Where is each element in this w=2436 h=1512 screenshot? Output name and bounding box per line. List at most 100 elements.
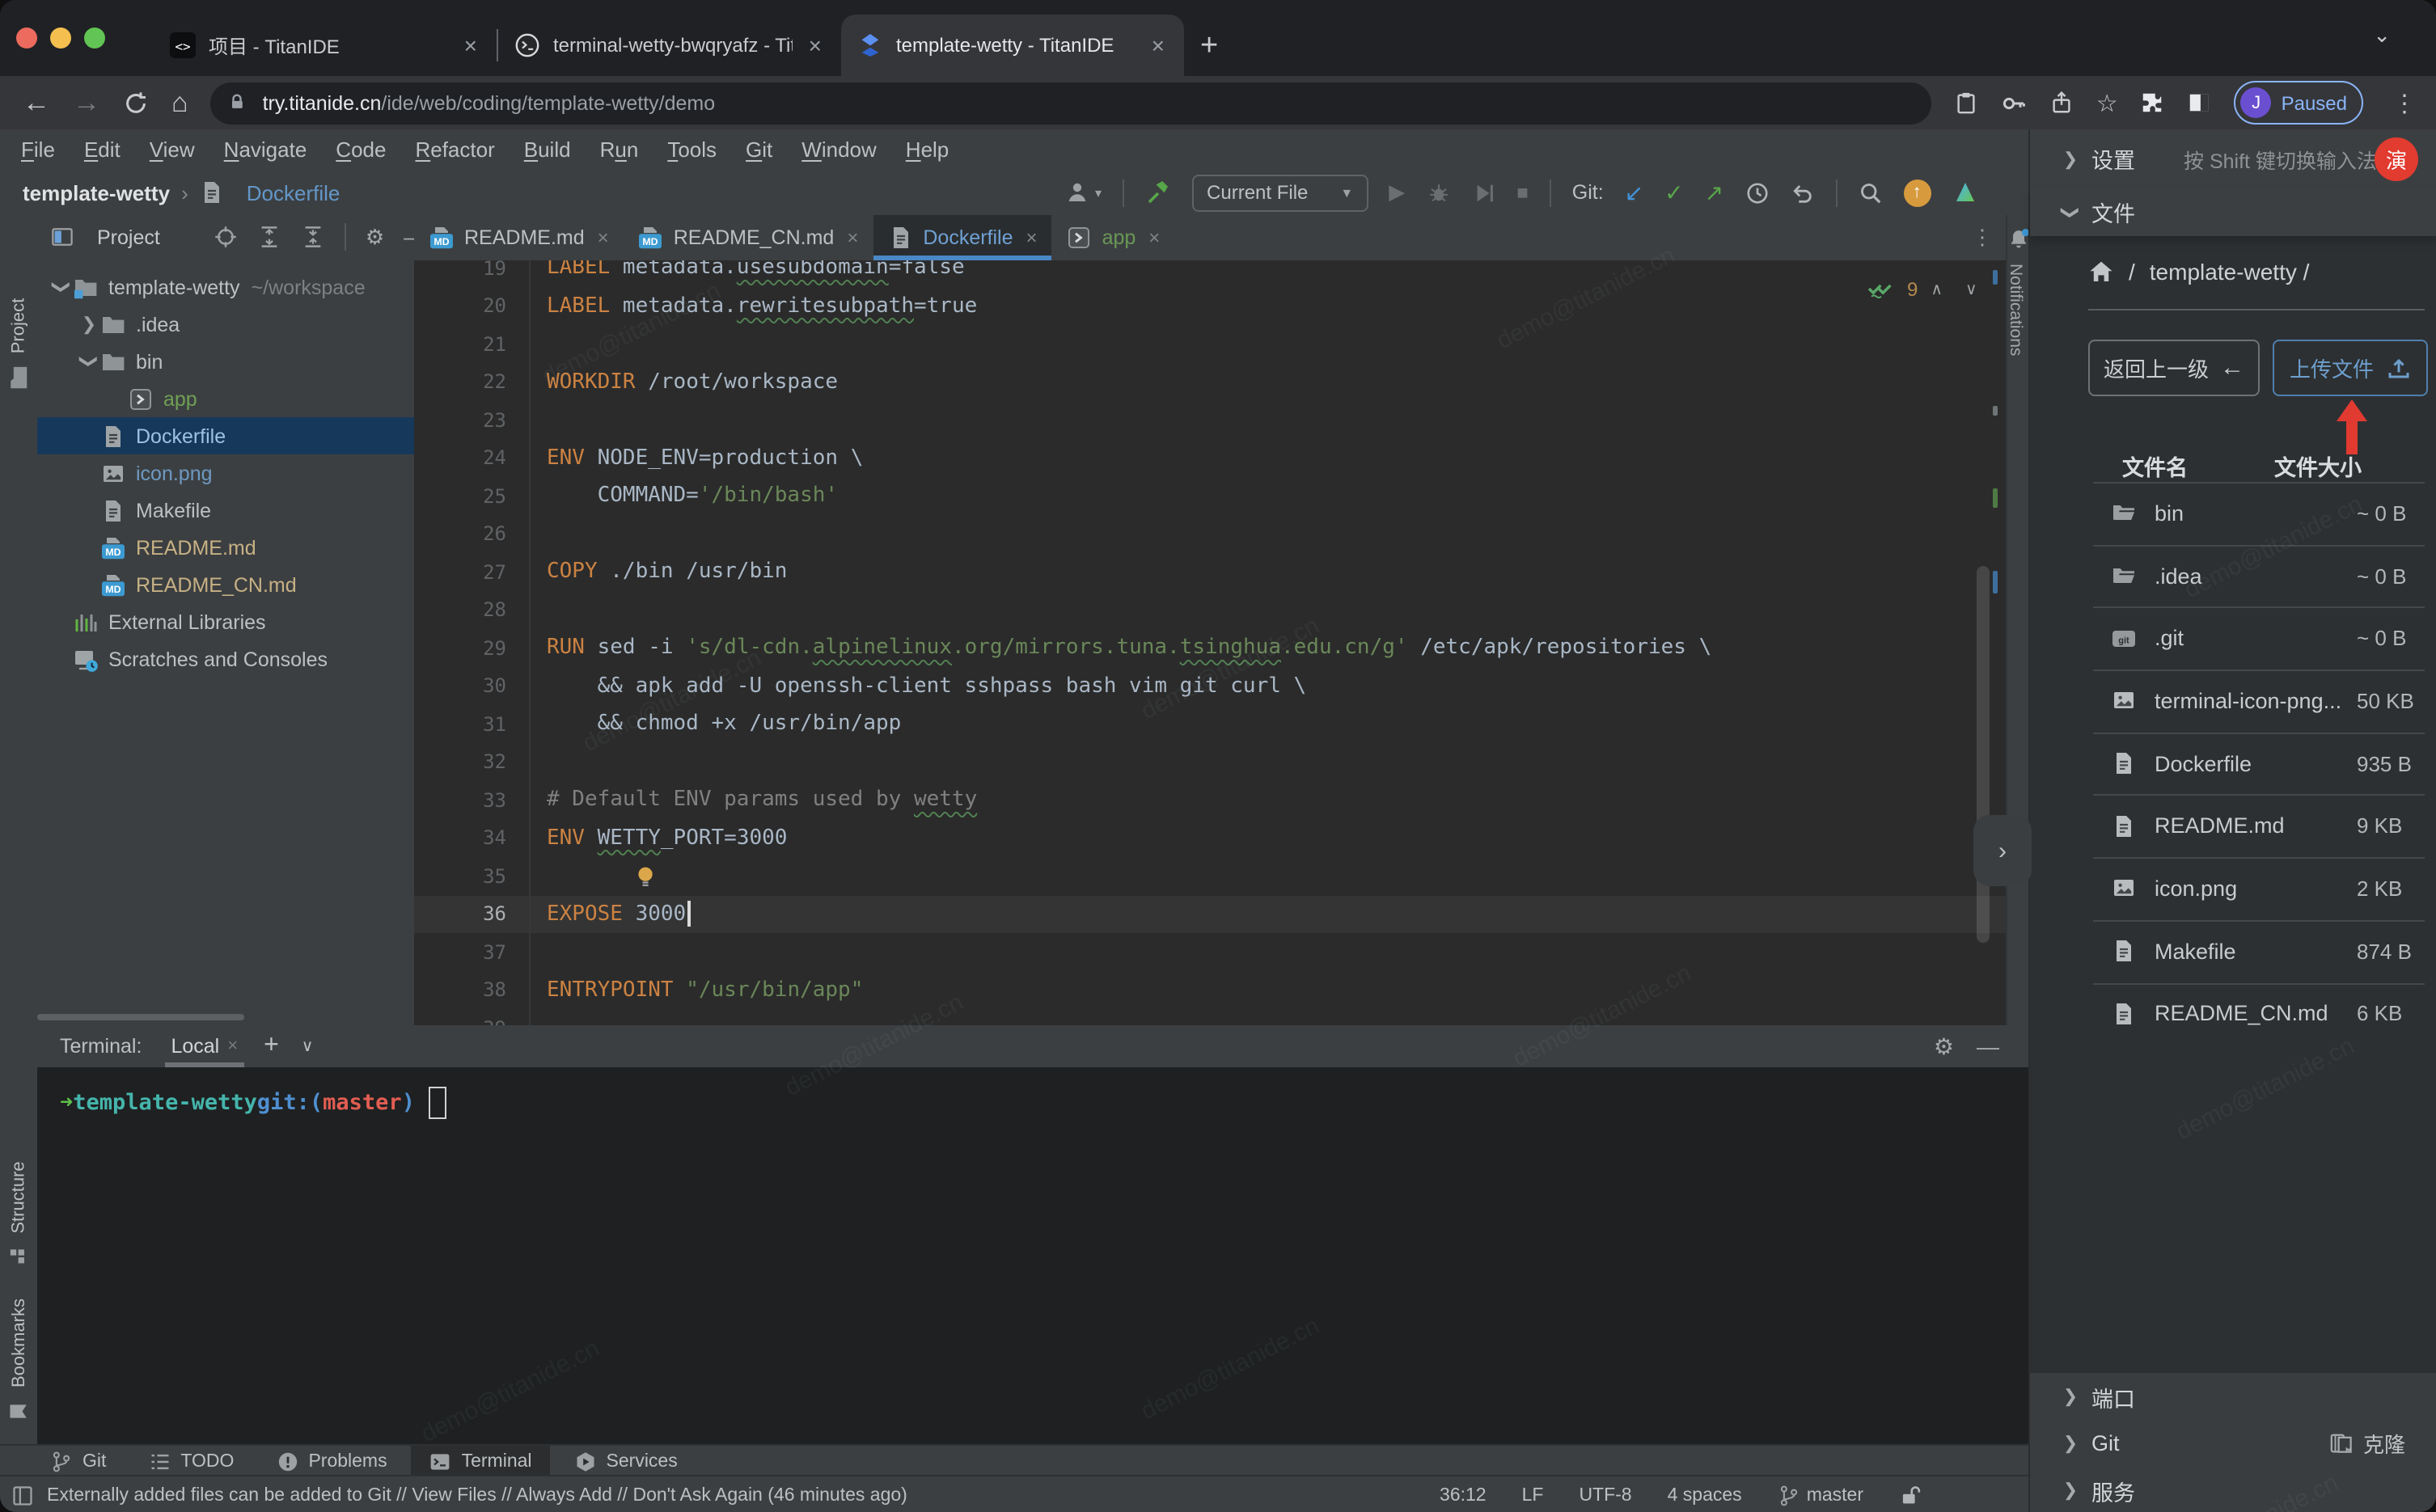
terminal-tab-local[interactable]: Local × xyxy=(164,1025,245,1067)
file-encoding[interactable]: UTF-8 xyxy=(1579,1485,1631,1505)
menu-item-help[interactable]: Help xyxy=(891,137,964,162)
editor-scrollbar[interactable] xyxy=(1977,566,1990,943)
close-icon[interactable]: × xyxy=(847,226,858,249)
section-服务[interactable]: ❯ 服务 xyxy=(2030,1467,2436,1512)
terminal-settings-gear-icon[interactable]: ⚙ xyxy=(1934,1033,1954,1060)
menu-item-code[interactable]: Code xyxy=(321,137,400,162)
sidebar-tab-structure[interactable]: Structure xyxy=(0,1145,37,1282)
readonly-lock-icon[interactable] xyxy=(1899,1484,1922,1506)
panel-expand-handle[interactable]: › xyxy=(1973,815,2032,886)
profile-chip[interactable]: J Paused xyxy=(2234,81,2363,125)
file-row--git[interactable]: git .git ~ 0 B xyxy=(2030,606,2436,669)
breadcrumb-file[interactable]: Dockerfile xyxy=(247,180,340,205)
sidebar-tab-bookmarks[interactable]: Bookmarks xyxy=(0,1282,37,1436)
editor-tab-app[interactable]: app × xyxy=(1052,215,1175,260)
code-line[interactable]: 26 xyxy=(414,515,2006,553)
tree-item-readme-cn-md[interactable]: MD README_CN.md xyxy=(37,566,414,603)
notifications-tab[interactable]: Notifications xyxy=(2006,264,2025,356)
code-line[interactable]: 33 # Default ENV params used by wetty xyxy=(414,781,2006,819)
breadcrumb-project[interactable]: template-wetty xyxy=(23,180,170,205)
toolwindow-button-terminal[interactable]: Terminal xyxy=(411,1446,550,1476)
file-row-terminal-icon-png-[interactable]: terminal-icon-png... 50 KB xyxy=(2030,669,2436,732)
tree-item-dockerfile[interactable]: Dockerfile xyxy=(37,417,414,454)
file-row-bin[interactable]: bin ~ 0 B xyxy=(2030,482,2436,544)
close-icon[interactable]: × xyxy=(227,1037,238,1056)
back-icon[interactable]: ← xyxy=(23,89,50,116)
browser-menu-icon[interactable]: ⋮ xyxy=(2392,88,2417,117)
menu-item-refactor[interactable]: Refactor xyxy=(400,137,509,162)
build-hammer-icon[interactable] xyxy=(1145,179,1171,205)
menu-item-edit[interactable]: Edit xyxy=(70,137,135,162)
terminal-minimize-icon[interactable]: — xyxy=(1977,1033,1999,1059)
editor-tab-readme-md[interactable]: MD README.md × xyxy=(414,215,624,260)
tree-item--idea[interactable]: ❯ .idea xyxy=(37,306,414,343)
git-commit-icon[interactable]: ✓ xyxy=(1664,181,1683,204)
section-端口[interactable]: ❯ 端口 xyxy=(2030,1373,2436,1420)
close-icon[interactable]: × xyxy=(461,32,480,58)
code-line[interactable]: 31 && chmod +x /usr/bin/app xyxy=(414,705,2006,743)
collapse-all-icon[interactable] xyxy=(301,225,325,249)
code-line[interactable]: 36 EXPOSE 3000 xyxy=(414,895,2006,933)
file-row-dockerfile[interactable]: Dockerfile 935 B xyxy=(2030,732,2436,795)
path-current[interactable]: template-wetty / xyxy=(2150,259,2310,285)
bookmark-star-icon[interactable]: ☆ xyxy=(2096,88,2118,117)
menu-item-build[interactable]: Build xyxy=(510,137,586,162)
prev-problem-icon[interactable]: ∧ xyxy=(1931,281,1943,298)
go-up-button[interactable]: 返回上一级 ← xyxy=(2088,340,2260,396)
line-separator[interactable]: LF xyxy=(1522,1485,1544,1505)
toolwindow-button-services[interactable]: Services xyxy=(556,1446,696,1476)
chevron-right-icon[interactable]: ❯ xyxy=(78,314,100,335)
menu-item-tools[interactable]: Tools xyxy=(653,137,731,162)
tree-item-bin[interactable]: ❯ bin xyxy=(37,343,414,380)
horizontal-scrollbar[interactable] xyxy=(37,1014,244,1020)
code-line[interactable]: 21 xyxy=(414,325,2006,363)
code-line[interactable]: 38 ENTRYPOINT "/usr/bin/app" xyxy=(414,971,2006,1009)
code-line[interactable]: 34 ENV WETTY _PORT=3000 xyxy=(414,819,2006,857)
terminal-output[interactable]: ➜ template-wetty git:(master) xyxy=(37,1067,2028,1463)
clone-button[interactable]: 克隆 xyxy=(2329,1428,2405,1459)
settings-section-header[interactable]: ❯ 设置 按 Shift 键切换输入法 演 xyxy=(2030,129,2436,188)
gear-icon[interactable]: ⚙ xyxy=(366,224,384,250)
close-window-button[interactable] xyxy=(16,27,37,49)
menu-item-navigate[interactable]: Navigate xyxy=(209,137,322,162)
tab-search-chevron-icon[interactable]: ⌄ xyxy=(2373,23,2391,49)
code-line[interactable]: 22 WORKDIR /root/workspace xyxy=(414,363,2006,401)
stop-icon[interactable]: ■ xyxy=(1516,181,1529,204)
home-icon[interactable]: ⌂ xyxy=(171,89,188,116)
tree-item-app[interactable]: app xyxy=(37,380,414,417)
code-line[interactable]: 30 && apk add -U openssh-client sshpass … xyxy=(414,667,2006,705)
run-config-select[interactable]: Current File ▼ xyxy=(1192,174,1368,211)
code-line[interactable]: 29 RUN sed -i 's/dl-cdn. alpinelinux .org/m… xyxy=(414,629,2006,667)
search-icon[interactable] xyxy=(1858,180,1882,205)
code-line[interactable]: 35 xyxy=(414,857,2006,895)
chevron-down-icon[interactable]: ❯ xyxy=(51,276,72,298)
tree-item-readme-md[interactable]: MD README.md xyxy=(37,529,414,566)
menu-item-file[interactable]: File xyxy=(6,137,70,162)
menu-item-view[interactable]: View xyxy=(135,137,209,162)
browser-tab[interactable]: terminal-wetty-bwqryafz - Tita × xyxy=(498,15,841,76)
tree-item-external-libraries[interactable]: External Libraries xyxy=(37,603,414,640)
caret-position[interactable]: 36:12 xyxy=(1440,1485,1487,1505)
code-line[interactable]: 25 COMMAND= '/bin/bash' xyxy=(414,477,2006,515)
file-row-readme-md[interactable]: README.md 9 KB xyxy=(2030,794,2436,857)
hide-panel-icon[interactable]: — xyxy=(404,225,414,249)
rollback-icon[interactable] xyxy=(1790,180,1814,205)
tree-item-icon-png[interactable]: icon.png xyxy=(37,454,414,492)
ide-gradient-icon[interactable] xyxy=(1952,179,1977,205)
history-clock-icon[interactable] xyxy=(1745,180,1769,205)
menu-item-window[interactable]: Window xyxy=(787,137,891,162)
files-section-header[interactable]: ❯ 文件 xyxy=(2030,188,2436,236)
locate-target-icon[interactable] xyxy=(214,225,238,249)
chevron-down-icon[interactable]: ❯ xyxy=(78,350,99,373)
code-line[interactable]: 39 xyxy=(414,1009,2006,1025)
toolwindow-button-git[interactable]: Git xyxy=(32,1446,124,1476)
run-icon[interactable]: ▶ xyxy=(1389,179,1405,205)
editor-tab-readme-cn-md[interactable]: MD README_CN.md × xyxy=(624,215,873,260)
new-tab-button[interactable]: + xyxy=(1184,20,1234,70)
code-line[interactable]: 23 xyxy=(414,401,2006,439)
file-row-readme-cn-md[interactable]: README_CN.md 6 KB xyxy=(2030,982,2436,1045)
close-icon[interactable]: × xyxy=(1026,226,1038,249)
sidebar-tab-project[interactable]: Project xyxy=(0,223,37,466)
close-icon[interactable]: × xyxy=(1148,32,1168,58)
run-coverage-icon[interactable] xyxy=(1471,180,1495,205)
